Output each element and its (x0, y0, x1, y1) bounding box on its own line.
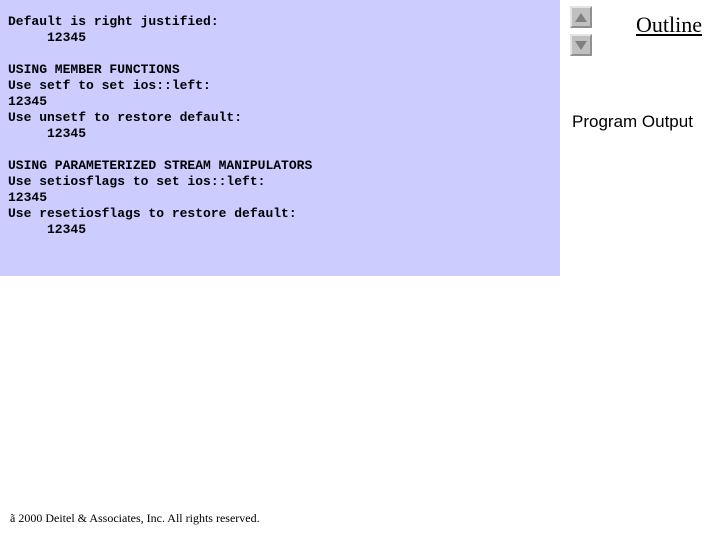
nav-prev-button[interactable] (570, 6, 592, 28)
section-label: Program Output (572, 112, 693, 132)
output-line: Use setf to set ios::left: (8, 78, 552, 94)
program-output-panel: Default is right justified: 12345 USING … (0, 0, 560, 276)
output-blank (8, 142, 552, 158)
chevron-up-icon (575, 13, 587, 22)
nav-buttons (570, 6, 592, 56)
output-line: Use resetiosflags to restore default: (8, 206, 552, 222)
output-line: Default is right justified: (8, 14, 552, 30)
nav-next-button[interactable] (570, 34, 592, 56)
chevron-down-icon (575, 41, 587, 50)
output-line: 12345 (8, 222, 552, 238)
output-line: 12345 (8, 94, 552, 110)
output-line: 12345 (8, 190, 552, 206)
output-line: Use setiosflags to set ios::left: (8, 174, 552, 190)
outline-link[interactable]: Outline (636, 12, 702, 38)
output-line: USING PARAMETERIZED STREAM MANIPULATORS (8, 158, 552, 174)
output-blank (8, 46, 552, 62)
copyright-footer: ã 2000 Deitel & Associates, Inc. All rig… (10, 511, 260, 526)
output-line: 12345 (8, 126, 552, 142)
output-line: Use unsetf to restore default: (8, 110, 552, 126)
output-line: USING MEMBER FUNCTIONS (8, 62, 552, 78)
copyright-text: 2000 Deitel & Associates, Inc. All right… (15, 511, 259, 525)
slide: Default is right justified: 12345 USING … (0, 0, 720, 540)
output-line: 12345 (8, 30, 552, 46)
